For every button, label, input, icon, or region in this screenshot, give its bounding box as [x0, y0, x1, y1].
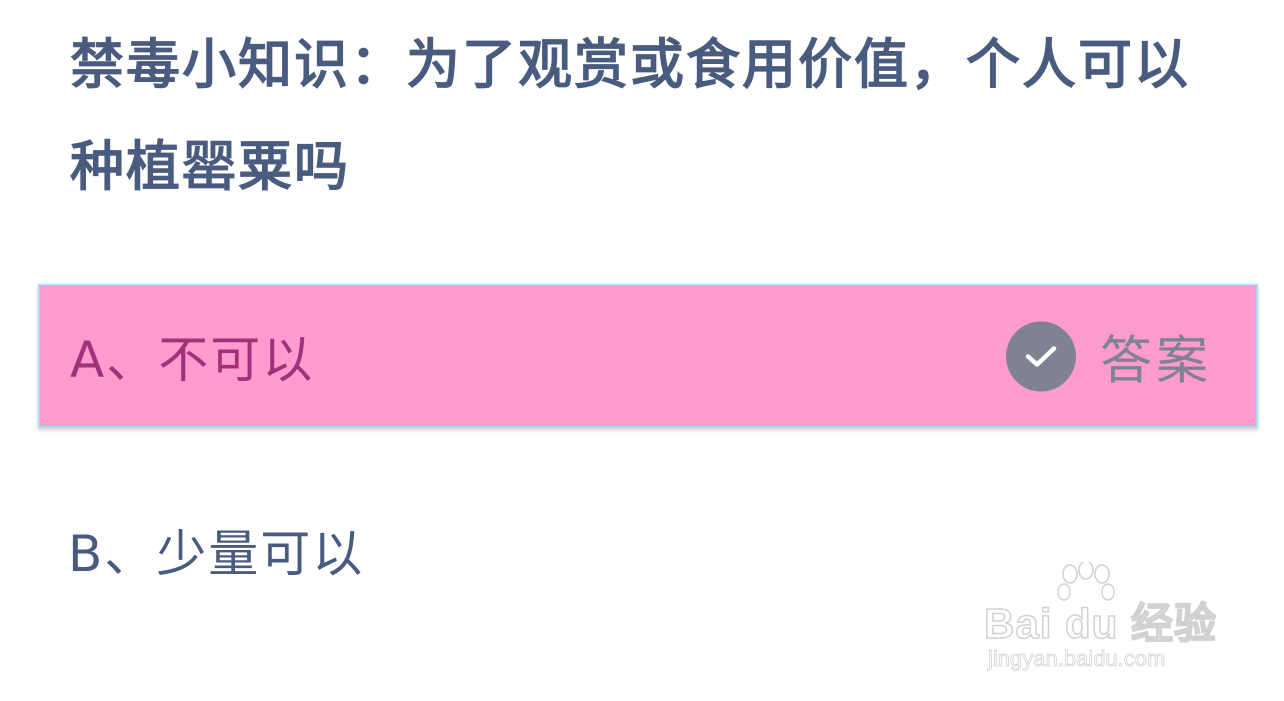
answer-indicator: 答案 [1005, 319, 1212, 394]
baidu-jingyan-watermark: Bai du 经验 jingyan.baidu.com [983, 562, 1224, 672]
option-a[interactable]: A、不可以 答案 [38, 284, 1258, 428]
watermark-url: jingyan.baidu.com [988, 646, 1166, 672]
watermark-brand: Bai du 经验 [983, 599, 1218, 648]
answer-label: 答案 [1099, 331, 1212, 392]
option-label: B、少量可以 [68, 525, 365, 583]
option-label: A、不可以 [70, 331, 315, 389]
question-text: 禁毒小知识：为了观赏或食用价值，个人可以种植罂粟吗 [70, 33, 1190, 198]
check-circle-icon [1005, 321, 1076, 391]
